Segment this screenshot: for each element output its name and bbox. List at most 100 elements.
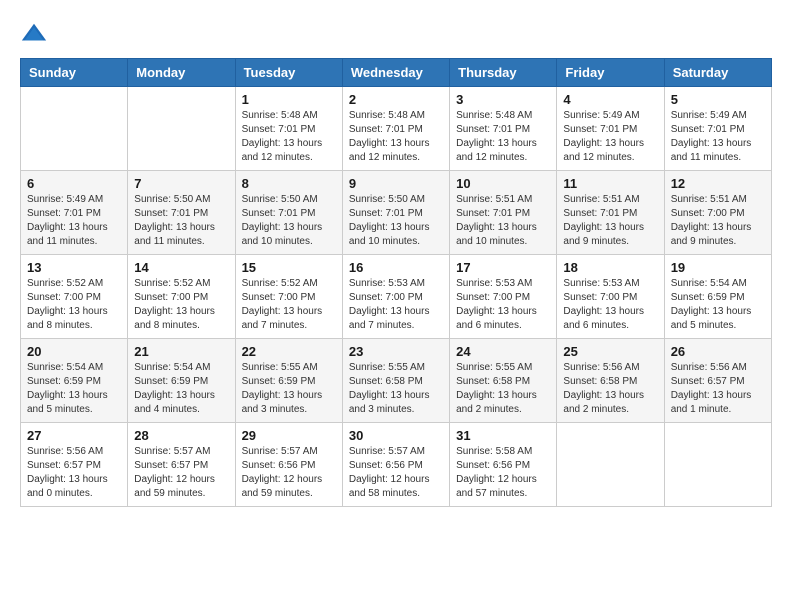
calendar-cell: 17 Sunrise: 5:53 AM Sunset: 7:00 PM Dayli… <box>450 255 557 339</box>
day-number: 19 <box>671 260 765 275</box>
calendar-cell: 2 Sunrise: 5:48 AM Sunset: 7:01 PM Daylig… <box>342 87 449 171</box>
day-info: Sunrise: 5:49 AM Sunset: 7:01 PM Dayligh… <box>27 193 121 249</box>
day-number: 14 <box>134 260 228 275</box>
day-number: 1 <box>242 92 336 107</box>
day-info: Sunrise: 5:52 AM Sunset: 7:00 PM Dayligh… <box>134 277 228 333</box>
day-number: 2 <box>349 92 443 107</box>
day-number: 12 <box>671 176 765 191</box>
day-info: Sunrise: 5:52 AM Sunset: 7:00 PM Dayligh… <box>27 277 121 333</box>
day-info: Sunrise: 5:51 AM Sunset: 7:01 PM Dayligh… <box>563 193 657 249</box>
calendar-cell: 19 Sunrise: 5:54 AM Sunset: 6:59 PM Dayli… <box>664 255 771 339</box>
calendar-cell: 8 Sunrise: 5:50 AM Sunset: 7:01 PM Daylig… <box>235 171 342 255</box>
day-number: 24 <box>456 344 550 359</box>
calendar-cell: 18 Sunrise: 5:53 AM Sunset: 7:00 PM Dayli… <box>557 255 664 339</box>
day-info: Sunrise: 5:48 AM Sunset: 7:01 PM Dayligh… <box>456 109 550 165</box>
calendar-cell: 4 Sunrise: 5:49 AM Sunset: 7:01 PM Daylig… <box>557 87 664 171</box>
day-number: 29 <box>242 428 336 443</box>
calendar-cell: 15 Sunrise: 5:52 AM Sunset: 7:00 PM Dayli… <box>235 255 342 339</box>
calendar-week-row: 20 Sunrise: 5:54 AM Sunset: 6:59 PM Dayli… <box>21 339 772 423</box>
day-info: Sunrise: 5:48 AM Sunset: 7:01 PM Dayligh… <box>242 109 336 165</box>
day-info: Sunrise: 5:53 AM Sunset: 7:00 PM Dayligh… <box>349 277 443 333</box>
day-info: Sunrise: 5:57 AM Sunset: 6:56 PM Dayligh… <box>242 445 336 501</box>
day-number: 10 <box>456 176 550 191</box>
day-of-week-header: Saturday <box>664 59 771 87</box>
day-number: 26 <box>671 344 765 359</box>
day-info: Sunrise: 5:55 AM Sunset: 6:58 PM Dayligh… <box>456 361 550 417</box>
day-of-week-header: Sunday <box>21 59 128 87</box>
day-number: 27 <box>27 428 121 443</box>
day-number: 13 <box>27 260 121 275</box>
day-number: 8 <box>242 176 336 191</box>
day-number: 6 <box>27 176 121 191</box>
calendar-cell: 6 Sunrise: 5:49 AM Sunset: 7:01 PM Daylig… <box>21 171 128 255</box>
day-info: Sunrise: 5:49 AM Sunset: 7:01 PM Dayligh… <box>563 109 657 165</box>
day-of-week-header: Wednesday <box>342 59 449 87</box>
day-info: Sunrise: 5:57 AM Sunset: 6:57 PM Dayligh… <box>134 445 228 501</box>
day-number: 3 <box>456 92 550 107</box>
day-info: Sunrise: 5:54 AM Sunset: 6:59 PM Dayligh… <box>27 361 121 417</box>
calendar-week-row: 27 Sunrise: 5:56 AM Sunset: 6:57 PM Dayli… <box>21 423 772 507</box>
day-of-week-header: Thursday <box>450 59 557 87</box>
day-info: Sunrise: 5:51 AM Sunset: 7:00 PM Dayligh… <box>671 193 765 249</box>
calendar-cell <box>664 423 771 507</box>
day-info: Sunrise: 5:53 AM Sunset: 7:00 PM Dayligh… <box>456 277 550 333</box>
calendar-cell: 1 Sunrise: 5:48 AM Sunset: 7:01 PM Daylig… <box>235 87 342 171</box>
day-number: 31 <box>456 428 550 443</box>
day-number: 20 <box>27 344 121 359</box>
day-number: 23 <box>349 344 443 359</box>
calendar-cell <box>128 87 235 171</box>
day-number: 22 <box>242 344 336 359</box>
calendar-cell: 7Sunrise: 5:50 AM Sunset: 7:01 PM Daylig… <box>128 171 235 255</box>
day-number: 16 <box>349 260 443 275</box>
day-number: 9 <box>349 176 443 191</box>
day-info: Sunrise: 5:54 AM Sunset: 6:59 PM Dayligh… <box>671 277 765 333</box>
calendar-cell: 12 Sunrise: 5:51 AM Sunset: 7:00 PM Dayli… <box>664 171 771 255</box>
calendar-table: SundayMondayTuesdayWednesdayThursdayFrid… <box>20 58 772 507</box>
calendar-cell: 14 Sunrise: 5:52 AM Sunset: 7:00 PM Dayli… <box>128 255 235 339</box>
day-info: Sunrise: 5:50 AM Sunset: 7:01 PM Dayligh… <box>242 193 336 249</box>
calendar-cell: 28 Sunrise: 5:57 AM Sunset: 6:57 PM Dayli… <box>128 423 235 507</box>
day-number: 15 <box>242 260 336 275</box>
day-info: Sunrise: 5:55 AM Sunset: 6:58 PM Dayligh… <box>349 361 443 417</box>
day-info: Sunrise: 5:53 AM Sunset: 7:00 PM Dayligh… <box>563 277 657 333</box>
calendar-cell: 30 Sunrise: 5:57 AM Sunset: 6:56 PM Dayli… <box>342 423 449 507</box>
day-number: 18 <box>563 260 657 275</box>
day-of-week-header: Friday <box>557 59 664 87</box>
calendar-cell: 23 Sunrise: 5:55 AM Sunset: 6:58 PM Dayli… <box>342 339 449 423</box>
day-number: 30 <box>349 428 443 443</box>
logo-icon <box>20 20 48 48</box>
calendar-cell: 26 Sunrise: 5:56 AM Sunset: 6:57 PM Dayli… <box>664 339 771 423</box>
calendar-cell: 22 Sunrise: 5:55 AM Sunset: 6:59 PM Dayli… <box>235 339 342 423</box>
calendar-week-row: 6 Sunrise: 5:49 AM Sunset: 7:01 PM Daylig… <box>21 171 772 255</box>
day-info: Sunrise: 5:56 AM Sunset: 6:57 PM Dayligh… <box>27 445 121 501</box>
day-number: 17 <box>456 260 550 275</box>
day-info: Sunrise: 5:51 AM Sunset: 7:01 PM Dayligh… <box>456 193 550 249</box>
day-info: Sunrise: 5:58 AM Sunset: 6:56 PM Dayligh… <box>456 445 550 501</box>
day-number: 21 <box>134 344 228 359</box>
day-number: 7 <box>134 176 228 191</box>
calendar-cell: 24 Sunrise: 5:55 AM Sunset: 6:58 PM Dayli… <box>450 339 557 423</box>
day-number: 5 <box>671 92 765 107</box>
calendar-cell: 20 Sunrise: 5:54 AM Sunset: 6:59 PM Dayli… <box>21 339 128 423</box>
day-info: Sunrise: 5:56 AM Sunset: 6:57 PM Dayligh… <box>671 361 765 417</box>
day-info: Sunrise: 5:48 AM Sunset: 7:01 PM Dayligh… <box>349 109 443 165</box>
calendar-cell: 27 Sunrise: 5:56 AM Sunset: 6:57 PM Dayli… <box>21 423 128 507</box>
calendar-cell: 13 Sunrise: 5:52 AM Sunset: 7:00 PM Dayli… <box>21 255 128 339</box>
day-info: Sunrise: 5:52 AM Sunset: 7:00 PM Dayligh… <box>242 277 336 333</box>
calendar-header-row: SundayMondayTuesdayWednesdayThursdayFrid… <box>21 59 772 87</box>
day-of-week-header: Tuesday <box>235 59 342 87</box>
calendar-cell: 5 Sunrise: 5:49 AM Sunset: 7:01 PM Daylig… <box>664 87 771 171</box>
calendar-cell: 3 Sunrise: 5:48 AM Sunset: 7:01 PM Daylig… <box>450 87 557 171</box>
page-header <box>20 20 772 48</box>
calendar-cell: 31 Sunrise: 5:58 AM Sunset: 6:56 PM Dayli… <box>450 423 557 507</box>
day-info: Sunrise: 5:49 AM Sunset: 7:01 PM Dayligh… <box>671 109 765 165</box>
calendar-cell: 11Sunrise: 5:51 AM Sunset: 7:01 PM Dayli… <box>557 171 664 255</box>
calendar-cell: 10 Sunrise: 5:51 AM Sunset: 7:01 PM Dayli… <box>450 171 557 255</box>
day-info: Sunrise: 5:55 AM Sunset: 6:59 PM Dayligh… <box>242 361 336 417</box>
day-of-week-header: Monday <box>128 59 235 87</box>
day-number: 4 <box>563 92 657 107</box>
day-number: 28 <box>134 428 228 443</box>
calendar-cell <box>557 423 664 507</box>
calendar-cell: 25Sunrise: 5:56 AM Sunset: 6:58 PM Dayli… <box>557 339 664 423</box>
day-info: Sunrise: 5:57 AM Sunset: 6:56 PM Dayligh… <box>349 445 443 501</box>
